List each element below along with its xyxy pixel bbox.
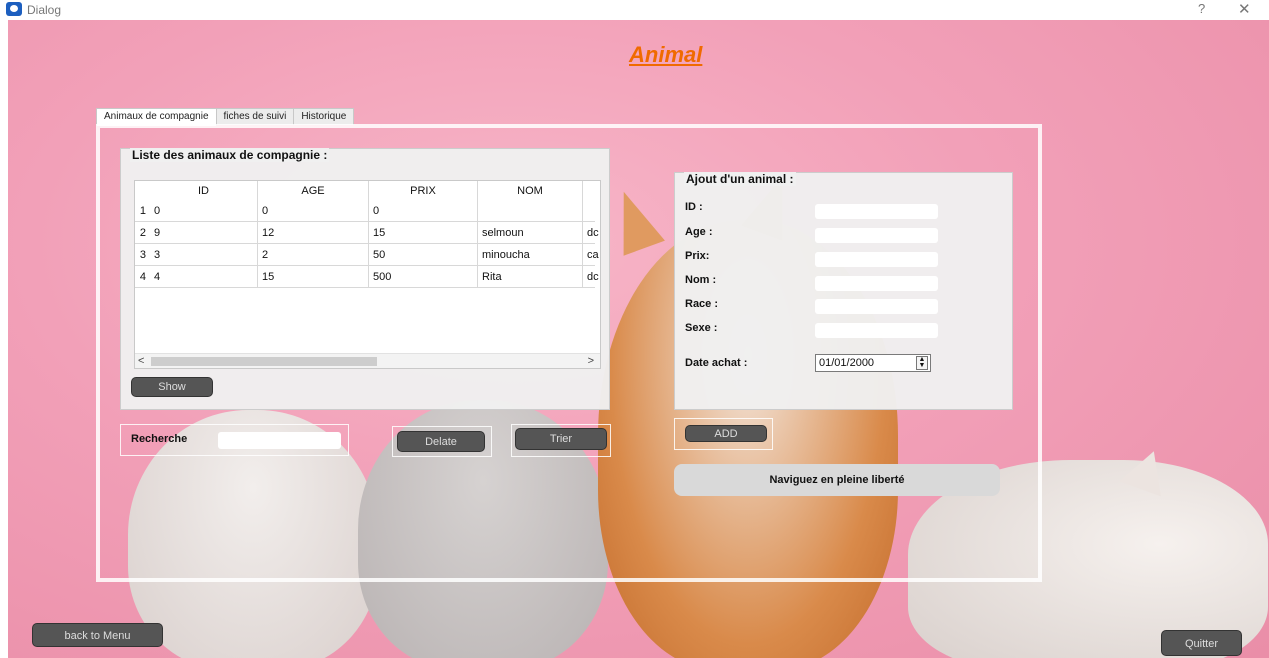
table-cell[interactable]: 9 (150, 222, 258, 243)
table-row[interactable]: 1 0 0 0 (135, 200, 595, 222)
age-input[interactable] (815, 228, 938, 243)
table-cell[interactable]: 0 (258, 200, 369, 221)
table-cell[interactable]: minoucha (478, 244, 583, 265)
column-header[interactable]: PRIX (369, 181, 478, 200)
group-title: Ajout d'un animal : (684, 172, 796, 186)
quit-button[interactable]: Quitter (1161, 630, 1242, 656)
table-row[interactable]: 3 3 2 50 minoucha ca (135, 244, 599, 266)
app-icon (6, 2, 22, 16)
column-header[interactable]: NOM (478, 181, 583, 200)
row-number: 4 (135, 266, 149, 287)
scroll-right-arrow[interactable]: > (588, 355, 594, 367)
row-number: 3 (135, 244, 149, 265)
help-button[interactable]: ? (1198, 1, 1205, 16)
title-bar: Dialog ? ✕ (0, 0, 1269, 20)
show-button[interactable]: Show (131, 377, 213, 397)
search-input[interactable] (218, 432, 341, 449)
field-label-id: ID : (685, 201, 703, 213)
table-cell[interactable]: 50 (369, 244, 478, 265)
table-cell[interactable]: selmoun (478, 222, 583, 243)
field-label-race: Race : (685, 298, 719, 310)
search-label: Recherche (131, 433, 188, 445)
nom-input[interactable] (815, 276, 938, 291)
column-header[interactable] (583, 181, 600, 200)
table-cell[interactable]: ca (583, 244, 600, 265)
date-input[interactable]: 01/01/2000 ▲ ▼ (815, 354, 931, 372)
table-cell[interactable]: dc (583, 222, 600, 243)
table-cell[interactable]: 0 (150, 200, 258, 221)
column-header[interactable]: ID (150, 181, 258, 200)
group-title: Liste des animaux de compagnie : (130, 148, 330, 162)
table-cell[interactable] (478, 200, 583, 221)
table-row[interactable]: 2 9 12 15 selmoun dc (135, 222, 599, 244)
table-row[interactable]: 4 4 15 500 Rita dc (135, 266, 599, 288)
prix-input[interactable] (815, 252, 938, 267)
table-cell[interactable]: 4 (150, 266, 258, 287)
table-cell[interactable]: 15 (258, 266, 369, 287)
field-label-age: Age : (685, 226, 713, 238)
table-cell[interactable]: dc (583, 266, 600, 287)
delete-button[interactable]: Delate (397, 431, 485, 452)
column-header[interactable]: AGE (258, 181, 369, 200)
animal-list-group: Liste des animaux de compagnie : ID AGE … (120, 148, 610, 410)
table-cell[interactable]: 3 (150, 244, 258, 265)
sexe-input[interactable] (815, 323, 938, 338)
row-number: 2 (135, 222, 149, 243)
table-cell[interactable] (583, 200, 600, 221)
field-label-nom: Nom : (685, 274, 717, 286)
row-number: 1 (135, 200, 149, 221)
window-title: Dialog (27, 3, 62, 17)
add-button[interactable]: ADD (685, 425, 767, 442)
horizontal-scrollbar[interactable]: < > (135, 353, 600, 368)
field-label-prix: Prix: (685, 250, 710, 262)
field-label-date: Date achat : (685, 357, 748, 369)
tab-bar: Animaux de compagnie fiches de suivi His… (96, 108, 355, 126)
back-to-menu-button[interactable]: back to Menu (32, 623, 163, 647)
scroll-left-arrow[interactable]: < (138, 355, 144, 367)
table-cell[interactable]: 0 (369, 200, 478, 221)
field-label-sexe: Sexe : (685, 322, 718, 334)
table-cell[interactable]: 500 (369, 266, 478, 287)
sort-button[interactable]: Trier (515, 428, 607, 450)
id-input[interactable] (815, 204, 938, 219)
info-banner: Naviguez en pleine liberté (674, 464, 1000, 496)
scroll-thumb[interactable] (151, 357, 377, 366)
date-value: 01/01/2000 (819, 357, 875, 369)
close-button[interactable]: ✕ (1238, 0, 1251, 18)
table-cell[interactable]: 12 (258, 222, 369, 243)
table-cell[interactable]: 2 (258, 244, 369, 265)
table-cell[interactable]: Rita (478, 266, 583, 287)
tab-historique[interactable]: Historique (293, 108, 355, 125)
table-cell[interactable]: 15 (369, 222, 478, 243)
spin-arrows-icon[interactable]: ▲ ▼ (916, 356, 928, 370)
animal-table[interactable]: ID AGE PRIX NOM 1 0 0 0 2 9 12 15 selmou… (134, 180, 601, 369)
tab-fiches[interactable]: fiches de suivi (215, 108, 295, 125)
race-input[interactable] (815, 299, 938, 314)
page-title: Animal (629, 42, 703, 67)
